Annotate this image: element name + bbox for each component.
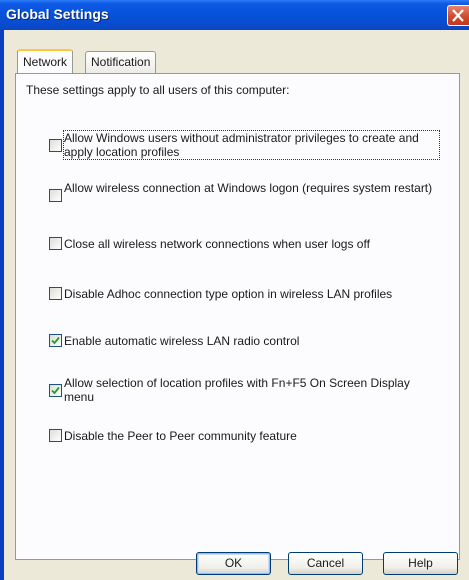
ok-button[interactable]: OK — [196, 552, 271, 575]
option-disable-adhoc[interactable]: Disable Adhoc connection type option in … — [49, 287, 439, 301]
checkbox-auto-radio-control[interactable] — [49, 334, 62, 347]
close-button[interactable] — [447, 5, 469, 26]
option-label: Allow wireless connection at Windows log… — [64, 181, 433, 195]
tab-network[interactable]: Network — [17, 49, 74, 73]
option-label: Close all wireless network connections w… — [64, 237, 370, 251]
checkbox-disable-adhoc[interactable] — [49, 287, 62, 300]
option-disable-peer-to-peer[interactable]: Disable the Peer to Peer community featu… — [49, 429, 439, 443]
check-icon — [51, 386, 60, 395]
checkbox-fn-f5-profiles[interactable] — [49, 384, 62, 397]
intro-text: These settings apply to all users of thi… — [26, 83, 290, 97]
option-fn-f5-profiles[interactable]: Allow selection of location profiles wit… — [49, 376, 439, 404]
title-bar[interactable]: Global Settings — [0, 0, 469, 30]
option-label: Enable automatic wireless LAN radio cont… — [64, 334, 300, 348]
option-label: Allow selection of location profiles wit… — [64, 376, 410, 404]
option-close-on-logoff[interactable]: Close all wireless network connections w… — [49, 237, 439, 251]
option-allow-non-admin-profiles[interactable]: Allow Windows users without administrato… — [49, 130, 440, 160]
help-button[interactable]: Help — [383, 552, 458, 575]
option-label: Allow Windows users without administrato… — [63, 130, 440, 160]
cancel-button[interactable]: Cancel — [288, 552, 363, 575]
dialog-client: Network Notification These settings appl… — [4, 30, 469, 580]
window-title: Global Settings — [6, 6, 109, 22]
check-icon — [51, 336, 60, 345]
close-icon — [452, 9, 464, 22]
checkbox-close-on-logoff[interactable] — [49, 237, 62, 250]
option-connect-at-logon[interactable]: Allow wireless connection at Windows log… — [49, 181, 439, 209]
checkbox-disable-peer-to-peer[interactable] — [49, 429, 62, 442]
option-label: Disable Adhoc connection type option in … — [64, 287, 393, 301]
dialog-window: Global Settings Network Notification The… — [0, 0, 469, 580]
checkbox-connect-at-logon[interactable] — [49, 189, 62, 202]
option-label: Disable the Peer to Peer community featu… — [64, 429, 297, 443]
checkbox-allow-non-admin-profiles[interactable] — [49, 139, 62, 152]
tab-notification[interactable]: Notification — [85, 51, 157, 73]
option-auto-radio-control[interactable]: Enable automatic wireless LAN radio cont… — [49, 334, 439, 348]
